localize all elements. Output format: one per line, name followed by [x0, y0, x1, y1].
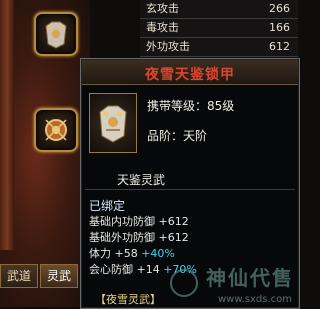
stat-label: 玄攻击 [146, 2, 179, 15]
stat-value: 612 [269, 40, 290, 53]
tab-lingwu[interactable]: 灵武 [40, 264, 79, 288]
set-footer: 【夜雪灵武】 [95, 293, 161, 306]
equipment-slot-armor[interactable] [34, 12, 78, 56]
amulet-icon [45, 119, 67, 141]
attribute-value: +58 [114, 247, 138, 260]
stat-row: 玄攻击 266 [140, 0, 298, 19]
set-name: 天鉴灵武 [117, 173, 166, 187]
tooltip-title-bar: 夜雪天鉴锁甲 [82, 60, 298, 85]
attribute-value: +612 [158, 215, 189, 228]
stat-row: 毒攻击 166 [140, 19, 298, 38]
attribute-name: 体力 [89, 247, 111, 260]
armor-icon [45, 21, 67, 49]
attribute-value: +14 [136, 263, 160, 276]
attribute-name: 基础内功防御 [89, 215, 155, 228]
attribute-name: 基础外功防御 [89, 231, 155, 244]
item-name: 夜雪天鉴锁甲 [145, 67, 235, 83]
carry-level: 携带等级：85级 [147, 99, 235, 113]
armor-icon [99, 105, 127, 143]
equipment-slot-accessory[interactable] [34, 108, 78, 152]
attribute-line: 基础内功防御 +612 [89, 213, 189, 229]
item-grade: 品阶：天阶 [147, 129, 208, 143]
bound-status: 已绑定 [89, 199, 126, 213]
attribute-line: 体力 +58 +40% [89, 245, 175, 261]
attribute-value: +612 [158, 231, 189, 244]
watermark-text: 神仙代售 [206, 266, 294, 290]
stat-label: 外功攻击 [146, 40, 190, 53]
character-panel: 武道 灵武 [0, 0, 90, 307]
stat-row: 外功攻击 612 [140, 38, 298, 57]
stat-label: 毒攻击 [146, 21, 179, 34]
divider [85, 189, 295, 190]
attribute-name: 会心防御 [89, 263, 133, 276]
tab-wudao[interactable]: 武道 [0, 264, 39, 288]
attack-stats-list: 玄攻击 266 毒攻击 166 外功攻击 612 [140, 0, 298, 57]
item-icon-frame [89, 93, 137, 153]
attribute-line: 基础外功防御 +612 [89, 229, 189, 245]
watermark-logo-icon [170, 269, 198, 297]
stat-value: 166 [269, 21, 290, 34]
attribute-bonus: +40% [141, 247, 175, 260]
stat-value: 266 [269, 2, 290, 15]
watermark-url: www.sxds.com [217, 294, 292, 305]
